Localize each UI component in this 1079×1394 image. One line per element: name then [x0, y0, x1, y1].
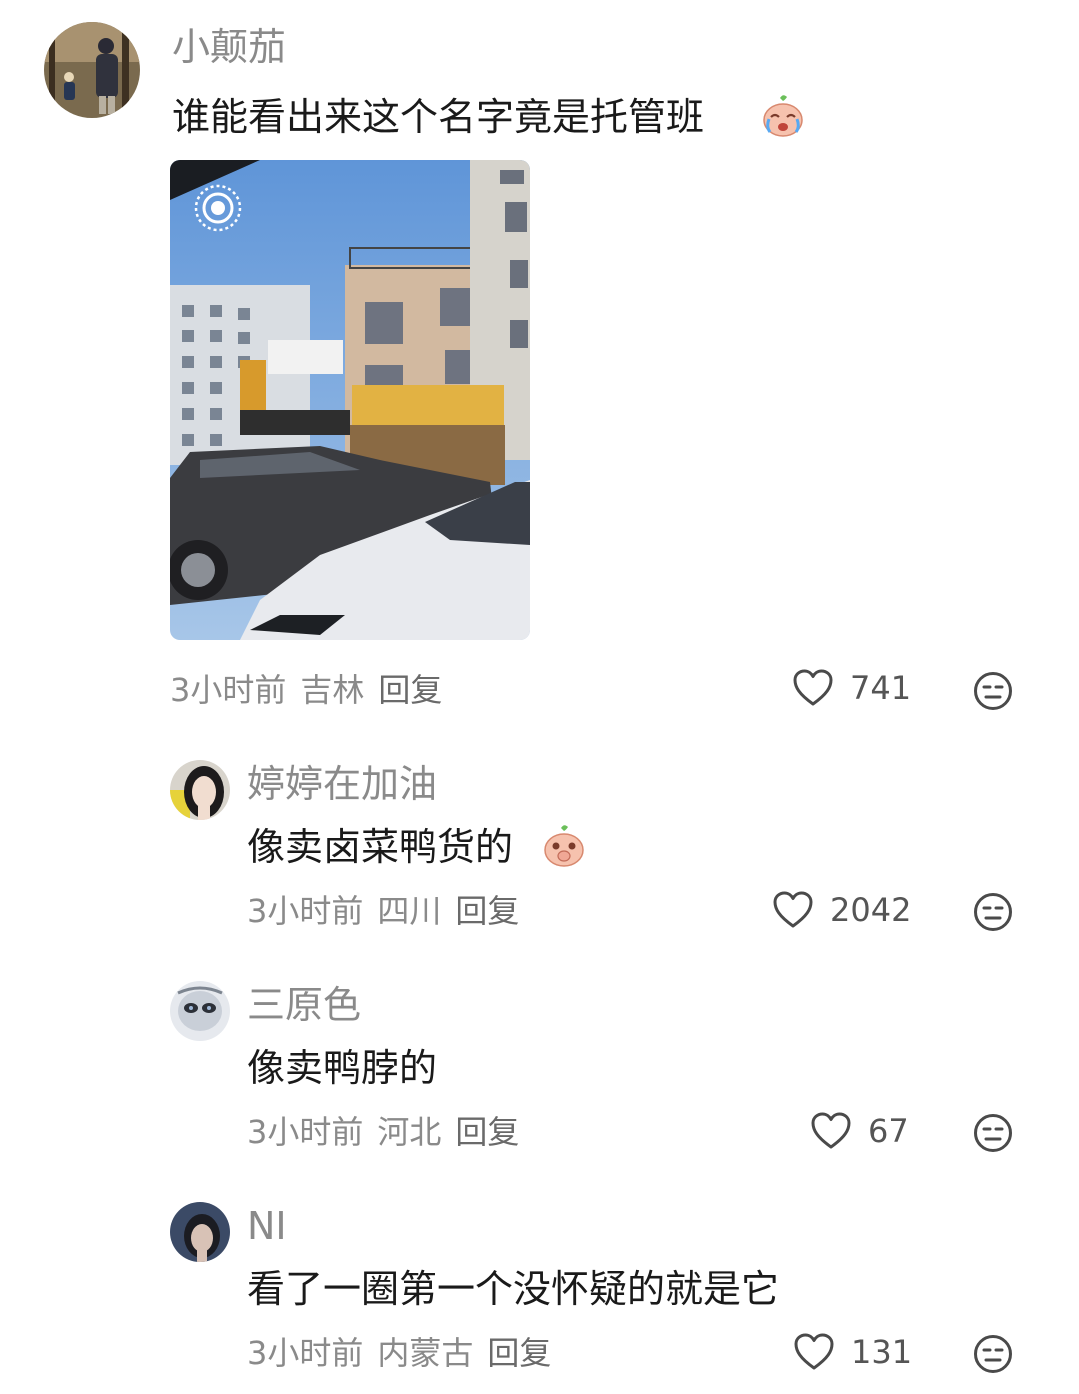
comment-location: 内蒙古: [377, 1334, 474, 1372]
like-count: 2042: [830, 891, 912, 929]
giggling-face-emoji: [541, 823, 587, 869]
dislike-button[interactable]: [973, 892, 1013, 932]
comment-time: 3小时前: [247, 1334, 364, 1372]
like-count: 131: [851, 1333, 913, 1371]
reply-button[interactable]: 回复: [455, 1113, 519, 1151]
comment-meta: 3小时前 四川 回复: [247, 891, 533, 931]
like-button[interactable]: 741: [792, 668, 911, 708]
comment-meta: 3小时前 吉林 回复: [170, 670, 456, 710]
dislike-button[interactable]: [973, 1113, 1013, 1153]
comment-location: 河北: [377, 1113, 442, 1151]
heart-icon: [794, 1333, 834, 1370]
like-count: 67: [868, 1112, 909, 1150]
username[interactable]: NI: [247, 1203, 287, 1249]
like-button[interactable]: 2042: [772, 890, 911, 930]
avatar[interactable]: [170, 1202, 230, 1262]
like-count: 741: [850, 669, 912, 707]
username[interactable]: 三原色: [247, 982, 361, 1028]
dislike-button[interactable]: [973, 1334, 1013, 1374]
heart-icon: [773, 891, 813, 928]
comment-text: 像卖卤菜鸭货的: [247, 825, 514, 869]
reply-button[interactable]: 回复: [455, 892, 519, 930]
like-button[interactable]: 131: [793, 1332, 912, 1372]
comment-text: 像卖鸭脖的: [247, 1046, 438, 1090]
comment-time: 3小时前: [170, 671, 287, 709]
neutral-face-icon: [974, 672, 1012, 710]
comment-location: 吉林: [300, 671, 365, 709]
heart-icon: [811, 1112, 851, 1149]
like-button[interactable]: 67: [810, 1111, 909, 1151]
comment-text: 看了一圈第一个没怀疑的就是它: [247, 1267, 780, 1311]
neutral-face-icon: [974, 893, 1012, 931]
avatar[interactable]: [170, 981, 230, 1041]
comment-location: 四川: [377, 892, 442, 930]
neutral-face-icon: [974, 1335, 1012, 1373]
heart-icon: [793, 669, 833, 706]
dislike-button[interactable]: [973, 671, 1013, 711]
comment-meta: 3小时前 内蒙古 回复: [247, 1333, 565, 1373]
username[interactable]: 婷婷在加油: [247, 761, 437, 807]
comment-text: 谁能看出来这个名字竟是托管班: [172, 95, 705, 139]
avatar[interactable]: [170, 760, 230, 820]
avatar[interactable]: [44, 22, 140, 118]
reply-button[interactable]: 回复: [487, 1334, 551, 1372]
comment-time: 3小时前: [247, 892, 364, 930]
comment-image[interactable]: [170, 160, 530, 640]
neutral-face-icon: [974, 1114, 1012, 1152]
comment-meta: 3小时前 河北 回复: [247, 1112, 533, 1152]
crying-face-emoji: [760, 93, 806, 139]
reply-button[interactable]: 回复: [378, 671, 442, 709]
comment-time: 3小时前: [247, 1113, 364, 1151]
username[interactable]: 小颠茄: [172, 24, 286, 70]
